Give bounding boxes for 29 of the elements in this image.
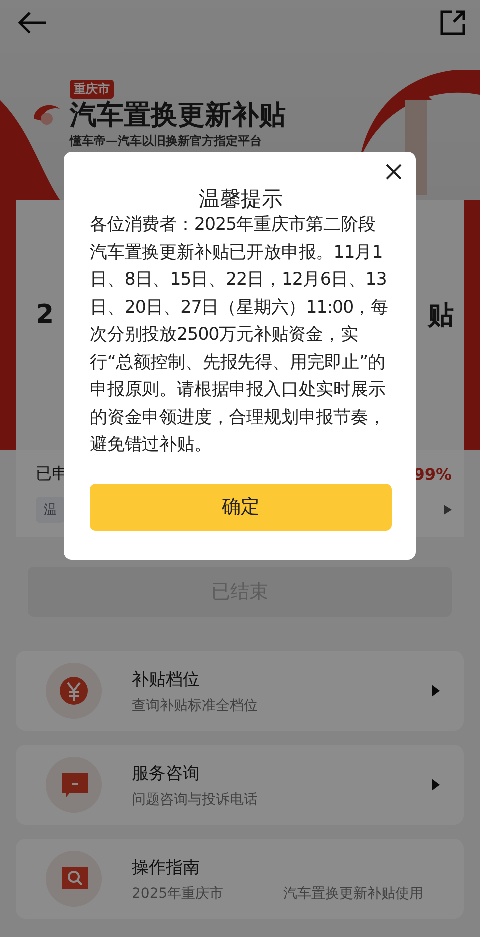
play-icon[interactable] <box>444 505 452 515</box>
yen-coin-icon <box>46 663 102 719</box>
notice-tag[interactable]: 温 <box>36 497 65 523</box>
service-title: 操作指南 <box>132 856 201 878</box>
search-icon <box>46 851 102 907</box>
service-card[interactable]: 补贴档位 查询补贴标准全档位 <box>16 651 464 731</box>
chat-bubble-icon <box>46 757 102 813</box>
banner-text: 2 <box>36 300 54 330</box>
play-icon <box>432 685 440 697</box>
service-subtitle: 问题咨询与投诉电话 <box>132 790 258 808</box>
service-subtitle: 汽车置换更新补贴使用 <box>284 884 424 902</box>
service-title: 服务咨询 <box>132 762 201 784</box>
city-badge: 重庆市 <box>70 80 114 99</box>
dialog-title: 温馨提示 <box>198 186 284 212</box>
close-icon[interactable] <box>386 164 402 180</box>
service-title: 补贴档位 <box>132 668 201 690</box>
service-card[interactable]: 服务咨询 问题咨询与投诉电话 <box>16 745 464 825</box>
confirm-button[interactable]: 确定 <box>90 484 392 530</box>
service-subtitle: 2025年重庆市 <box>132 884 224 902</box>
tagline: 懂车帝—汽车以旧换新官方指定平台 <box>70 133 263 150</box>
dialog-message: 各位消费者：2025年重庆市第二阶段汽车置换更新补贴已开放申报。11月1日、8日、15日、22日，12月6日、13日、20日、27日（星期六）11:00，每次分别投放2500万元补贴资金，实行“总额控制、先报先得、用完即止”的申报原则。请根据申报入口处实时展示的资金申领进度，合理规划申报节奏，避免错过补贴。 <box>90 214 390 457</box>
share-icon[interactable] <box>440 10 466 36</box>
back-arrow-icon[interactable] <box>18 11 48 35</box>
banner-text: 贴 <box>428 300 454 332</box>
service-card[interactable]: 操作指南 2025年重庆市 汽车置换更新补贴使用 <box>16 839 464 919</box>
progress-percent: 99% <box>414 465 452 484</box>
app-title: 汽车置换更新补贴 <box>70 100 286 132</box>
service-subtitle: 查询补贴标准全档位 <box>132 696 258 714</box>
play-icon <box>432 779 440 791</box>
